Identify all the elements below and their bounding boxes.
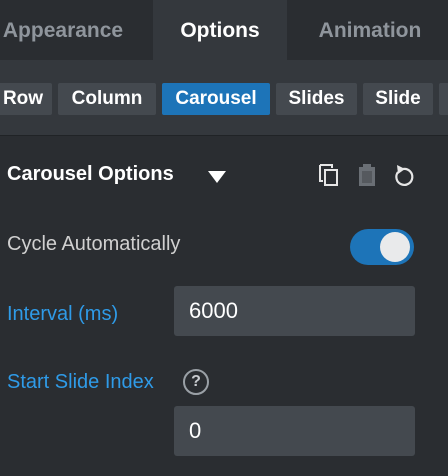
top-tab-bar: Appearance Options Animation [0, 0, 448, 60]
tab-options[interactable]: Options [153, 0, 287, 60]
options-panel: Carousel Options Cycle Automatically Int… [0, 137, 448, 476]
reset-icon[interactable] [390, 161, 416, 189]
cycle-automatically-label: Cycle Automatically [7, 233, 181, 255]
cycle-automatically-toggle[interactable] [350, 229, 414, 265]
nav-overflow-button[interactable] [439, 83, 448, 115]
start-slide-index-label: Start Slide Index [7, 371, 154, 393]
interval-input[interactable]: 6000 [174, 286, 415, 336]
tab-animation[interactable]: Animation [305, 0, 435, 60]
section-title: Carousel Options [7, 163, 174, 185]
collapse-caret-icon[interactable] [208, 171, 226, 183]
copy-icon[interactable] [316, 161, 342, 189]
nav-carousel-button[interactable]: Carousel [162, 83, 270, 115]
tab-appearance[interactable]: Appearance [0, 0, 130, 60]
element-breadcrumb-bar: Row Column Carousel Slides Slide [0, 60, 448, 136]
help-icon[interactable]: ? [183, 369, 209, 395]
nav-row-button[interactable]: Row [0, 83, 52, 115]
nav-slides-button[interactable]: Slides [276, 83, 357, 115]
start-slide-index-input[interactable]: 0 [174, 406, 415, 456]
toggle-knob [380, 232, 410, 262]
nav-column-button[interactable]: Column [58, 83, 156, 115]
paste-icon [355, 161, 381, 189]
interval-label: Interval (ms) [7, 303, 119, 325]
nav-slide-button[interactable]: Slide [363, 83, 433, 115]
